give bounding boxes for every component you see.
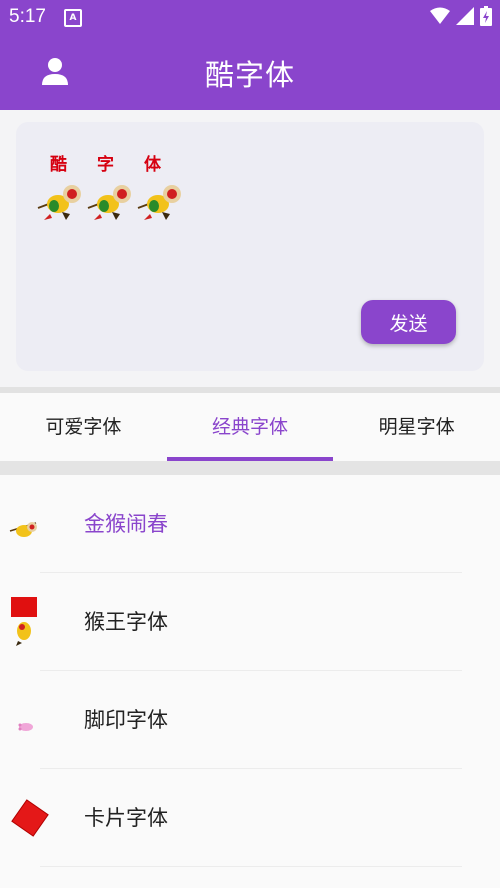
list-item[interactable]: 猴王字体: [0, 573, 500, 671]
page-title: 酷字体: [204, 58, 295, 92]
tab-celebrity-fonts[interactable]: 明星字体: [333, 393, 500, 461]
monkey-icon: [37, 185, 81, 220]
monkey-king-icon: [11, 597, 37, 646]
list-item[interactable]: 脚印字体: [0, 671, 500, 769]
status-icons: [430, 6, 492, 26]
preview-card: 酷 字 体 发送: [16, 122, 484, 371]
font-name: 金猴闹春: [84, 512, 168, 536]
preview-text: 酷 字 体: [50, 150, 161, 175]
tab-classic-fonts[interactable]: 经典字体: [166, 393, 334, 461]
card-icon: [11, 799, 49, 837]
font-list: 金猴闹春 猴王字体 脚印字体 卡片字体: [0, 475, 500, 888]
monkey-icon: [137, 185, 181, 220]
preview-char: 字: [97, 155, 114, 175]
signal-icon: [456, 7, 474, 25]
list-item[interactable]: 卡片字体: [0, 769, 500, 867]
section-divider: [0, 461, 500, 475]
send-button[interactable]: 发送: [361, 300, 456, 344]
monkey-icon: [9, 522, 37, 537]
wifi-icon: [430, 7, 450, 24]
app-bar: 酷字体: [0, 34, 500, 110]
preview-char: 酷: [50, 155, 67, 175]
list-item[interactable]: 金猴闹春: [0, 475, 500, 573]
preview-char: 体: [144, 155, 161, 175]
font-category-tabs: 可爱字体 经典字体 明星字体: [0, 393, 500, 461]
font-name: 脚印字体: [84, 708, 168, 732]
status-bar: 5:17 A: [0, 0, 500, 34]
row-divider: [40, 866, 462, 867]
battery-icon: [480, 6, 492, 26]
font-name: 猴王字体: [84, 610, 168, 634]
footprint-icon: [18, 723, 33, 731]
notification-icon: A: [64, 9, 82, 27]
tab-cute-fonts[interactable]: 可爱字体: [0, 393, 167, 461]
font-name: 卡片字体: [84, 806, 168, 830]
status-time: 5:17: [9, 6, 46, 27]
preview-monkeys: [36, 178, 186, 222]
monkey-icon: [87, 185, 131, 220]
